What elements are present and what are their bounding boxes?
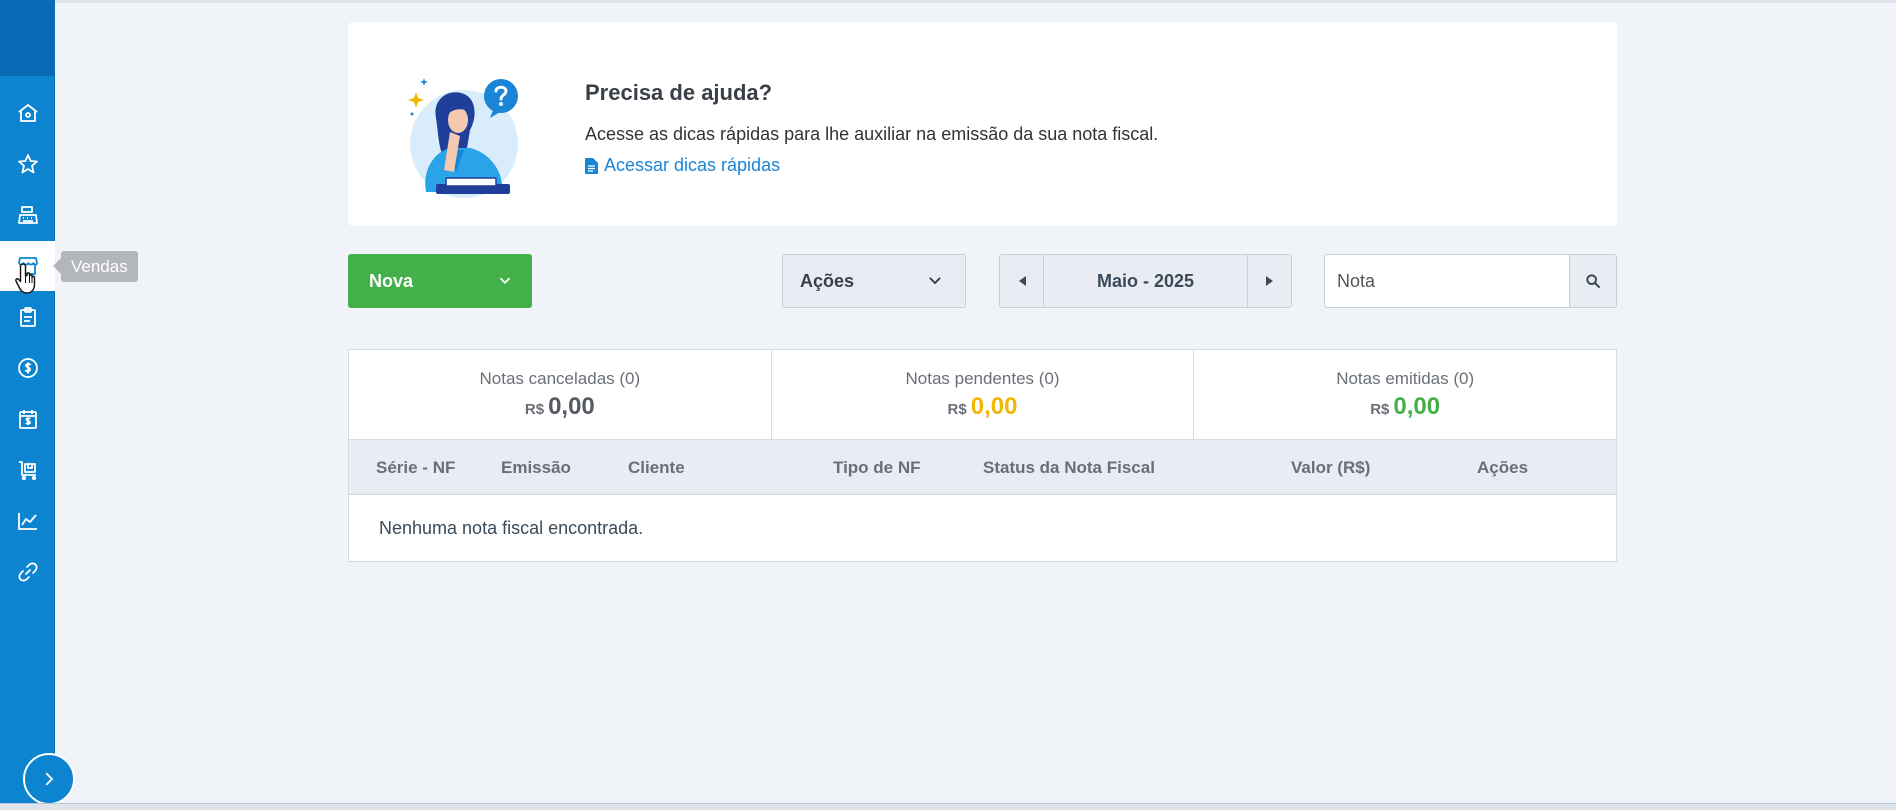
sidebar-item-relatorios[interactable] [0, 496, 55, 546]
current-month: Maio - 2025 [1096, 270, 1195, 291]
currency-symbol: R$ [1370, 400, 1390, 418]
sidebar-item-favorites[interactable] [0, 139, 55, 189]
summary-cancelled: Notas canceladas (0) R$ 0,00 [349, 350, 772, 439]
bottom-border [0, 803, 1896, 810]
cash-register-icon [17, 206, 38, 224]
caret-right-icon [1265, 276, 1273, 286]
previous-month-button[interactable] [1000, 255, 1044, 307]
caret-left-icon [1018, 276, 1026, 286]
summary-label: Notas pendentes (0) [905, 368, 1060, 388]
chart-line-icon [17, 513, 37, 530]
column-header-cliente[interactable]: Cliente [628, 458, 685, 478]
sidebar [0, 0, 55, 810]
clipboard-icon [19, 307, 36, 327]
cart-icon [18, 461, 36, 481]
sidebar-item-home[interactable] [0, 88, 55, 138]
column-header-acoes: Ações [1477, 458, 1529, 477]
quick-tips-link[interactable]: Acessar dicas rápidas [585, 155, 780, 176]
help-card: Precisa de ajuda? Acesse as dicas rápida… [348, 22, 1617, 226]
hand-cursor-icon [15, 263, 36, 294]
column-header-status[interactable]: Status da Nota Fiscal [983, 458, 1155, 478]
table-empty-message: Nenhuma nota fiscal encontrada. [379, 518, 644, 538]
help-description: Acesse as dicas rápidas para lhe auxilia… [585, 124, 1159, 144]
search-input[interactable] [1325, 255, 1569, 307]
next-month-button[interactable] [1247, 255, 1291, 307]
month-navigator: Maio - 2025 [999, 254, 1292, 308]
sidebar-item-integracoes[interactable] [0, 547, 55, 597]
sidebar-item-pedidos[interactable] [0, 292, 55, 342]
summary-label: Notas emitidas (0) [1336, 368, 1475, 388]
summary-value: R$ 0,00 [525, 393, 595, 421]
summary-amount: 0,00 [1393, 392, 1441, 420]
new-note-button[interactable]: Nova [348, 254, 532, 308]
document-icon [585, 157, 598, 174]
star-icon [17, 154, 38, 174]
notes-table: Série - NF Emissão Cliente Tipo de NF St… [348, 440, 1617, 562]
column-header-tipo[interactable]: Tipo de NF [833, 458, 921, 478]
column-header-serie[interactable]: Série - NF [376, 458, 455, 478]
summary-value: R$ 0,00 [948, 393, 1018, 421]
summary-value: R$ 0,00 [1370, 393, 1440, 421]
search-box [1324, 254, 1617, 308]
column-header-valor[interactable]: Valor (R$) [1291, 458, 1370, 478]
sidebar-item-pdv[interactable] [0, 190, 55, 240]
help-woman-illustration [408, 78, 518, 198]
notes-summary: Notas canceladas (0) R$ 0,00 Notas pende… [348, 349, 1617, 440]
table-header: Série - NF Emissão Cliente Tipo de NF St… [349, 440, 1616, 495]
summary-label: Notas canceladas (0) [479, 368, 641, 388]
actions-label: Ações [800, 270, 855, 291]
summary-issued: Notas emitidas (0) R$ 0,00 [1194, 350, 1616, 439]
sidebar-item-financeiro[interactable] [0, 343, 55, 393]
dollar-circle-icon [17, 358, 38, 378]
currency-symbol: R$ [524, 400, 545, 418]
sidebar-tooltip: Vendas [53, 251, 138, 282]
new-note-label: Nova [369, 270, 414, 291]
sidebar-item-compras[interactable] [0, 445, 55, 495]
calendar-dollar-icon [18, 410, 37, 429]
summary-pending: Notas pendentes (0) R$ 0,00 [772, 350, 1195, 439]
help-title: Precisa de ajuda? [585, 80, 773, 105]
currency-symbol: R$ [947, 400, 967, 418]
chevron-down-icon [500, 277, 510, 284]
search-icon [1586, 274, 1600, 288]
search-button[interactable] [1569, 255, 1616, 307]
top-border [0, 0, 1896, 3]
link-icon [18, 562, 37, 582]
sidebar-item-agenda[interactable] [0, 394, 55, 444]
column-header-emissao[interactable]: Emissão [501, 458, 571, 478]
sidebar-header [0, 0, 55, 76]
summary-amount: 0,00 [970, 392, 1018, 420]
chevron-down-icon [929, 277, 941, 285]
summary-amount: 0,00 [548, 392, 595, 420]
chevron-right-icon [45, 772, 54, 786]
actions-dropdown[interactable]: Ações [782, 254, 966, 308]
quick-tips-link-label: Acessar dicas rápidas [604, 155, 781, 175]
sidebar-expand-button[interactable] [23, 753, 75, 805]
home-icon [17, 104, 38, 122]
